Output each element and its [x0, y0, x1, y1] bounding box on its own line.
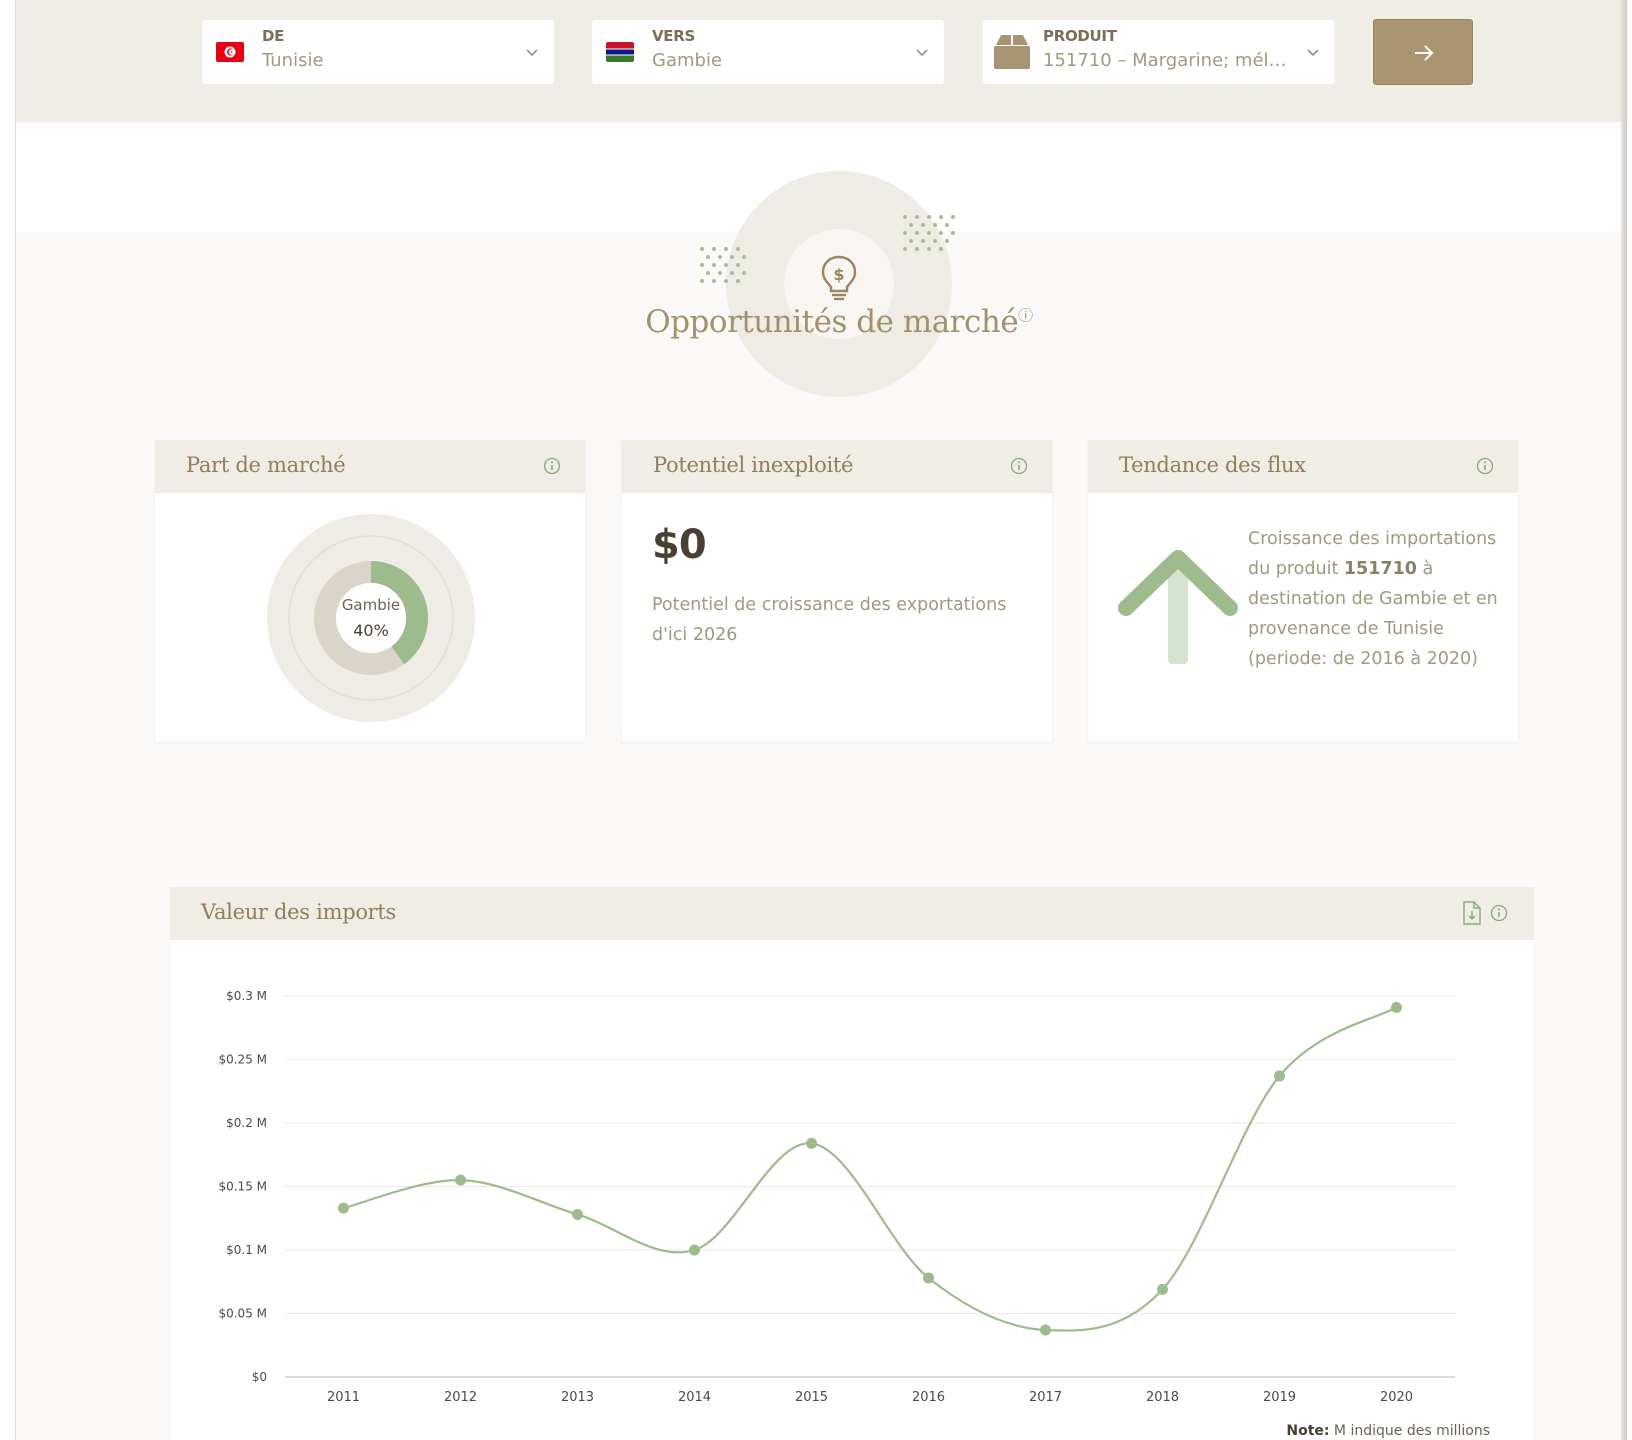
info-icon[interactable] [1476, 457, 1494, 475]
y-tick-label: $0.1 M [226, 1243, 267, 1257]
card-header: Potentiel inexploité [622, 440, 1052, 493]
series-line [343, 1006, 1398, 1332]
x-tick-label: 2016 [912, 1390, 945, 1405]
info-icon[interactable] [1490, 904, 1508, 922]
x-tick-label: 2015 [795, 1390, 828, 1405]
dots-decoration-left [700, 247, 746, 283]
tunisia-flag-icon [216, 42, 244, 62]
card-header: Part de marché [155, 440, 585, 493]
import-value-card: Valeur des imports $0 $0.05 M $0.1 M $0.15 … [170, 887, 1534, 1440]
info-icon[interactable] [543, 457, 561, 475]
data-point [1391, 1001, 1402, 1013]
chevron-down-icon [916, 49, 928, 57]
submit-button[interactable] [1373, 19, 1473, 85]
x-tick-label: 2020 [1380, 1390, 1413, 1405]
chevron-down-icon [1307, 49, 1319, 57]
to-value: Gambie [652, 50, 723, 71]
data-point [1040, 1324, 1051, 1336]
lightbulb-dollar-icon: $ [821, 255, 857, 301]
data-point [1157, 1283, 1168, 1295]
y-tick-label: $0.15 M [218, 1180, 267, 1194]
x-tick-label: 2019 [1263, 1390, 1296, 1405]
x-tick-label: 2012 [444, 1390, 477, 1405]
info-icon[interactable]: ⓘ [1018, 307, 1033, 325]
from-label: DE [262, 27, 285, 45]
untapped-potential-card: Potentiel inexploité $0 Potentiel de cro… [622, 440, 1052, 742]
card-header: Valeur des imports [170, 887, 1534, 940]
donut-value: 40% [353, 621, 389, 640]
to-country-select[interactable]: VERS Gambie [592, 20, 944, 84]
dots-decoration-right [903, 215, 955, 251]
selector-bar: DE Tunisie VERS Gambie PRODUIT 151710 – … [16, 0, 1628, 122]
market-share-donut: Gambie 40% [267, 514, 475, 722]
donut-label: Gambie [342, 596, 400, 614]
data-point [338, 1202, 349, 1214]
data-point [689, 1244, 700, 1256]
trend-up-arrow-icon [1118, 550, 1238, 664]
chart-note: Note: M indique des millions [1286, 1423, 1490, 1439]
gambia-flag-icon [606, 42, 634, 62]
data-point [1274, 1070, 1285, 1082]
x-tick-label: 2014 [678, 1390, 711, 1405]
trend-description: Croissance des importations du produit 1… [1248, 529, 1498, 669]
data-point [923, 1272, 934, 1284]
card-header: Tendance des flux [1088, 440, 1518, 493]
x-tick-label: 2013 [561, 1390, 594, 1405]
chevron-down-icon [526, 49, 538, 57]
card-title: Potentiel inexploité [653, 453, 854, 477]
y-tick-label: $0 [252, 1370, 267, 1384]
y-tick-label: $0.05 M [218, 1307, 267, 1321]
market-share-card: Part de marché Gambie 40% [155, 440, 585, 742]
y-tick-label: $0.25 M [218, 1053, 267, 1067]
card-title: Tendance des flux [1119, 453, 1306, 477]
product-value: 151710 – Margarine; méla... [1043, 50, 1293, 71]
page-title: Opportunités de marchéⓘ [645, 304, 1033, 340]
flow-trend-card: Tendance des flux Croissance des importa… [1088, 440, 1518, 742]
download-file-icon[interactable] [1462, 901, 1482, 925]
y-tick-label: $0.3 M [226, 989, 267, 1003]
page-frame: DE Tunisie VERS Gambie PRODUIT 151710 – … [15, 0, 1628, 1440]
product-select[interactable]: PRODUIT 151710 – Margarine; méla... [983, 20, 1335, 84]
from-value: Tunisie [262, 50, 324, 71]
data-point [572, 1208, 583, 1220]
from-country-select[interactable]: DE Tunisie [202, 20, 554, 84]
potential-value: $0 [652, 522, 707, 568]
card-title: Valeur des imports [201, 900, 397, 924]
card-title: Part de marché [186, 453, 346, 477]
import-line-chart: $0 $0.05 M $0.1 M $0.15 M $0.2 M $0.25 M $0.3 … [218, 989, 1455, 1405]
y-tick-label: $0.2 M [226, 1116, 267, 1130]
data-point [455, 1174, 466, 1186]
data-point [806, 1137, 817, 1149]
x-tick-label: 2018 [1146, 1390, 1179, 1405]
product-label: PRODUIT [1043, 27, 1117, 45]
info-icon[interactable] [1010, 457, 1028, 475]
window-edge [1621, 0, 1627, 1440]
x-tick-label: 2017 [1029, 1390, 1062, 1405]
svg-text:$: $ [833, 265, 844, 284]
x-tick-label: 2011 [327, 1390, 360, 1405]
box-icon [994, 35, 1030, 69]
arrow-right-icon [1415, 45, 1434, 61]
to-label: VERS [652, 27, 696, 45]
potential-description: Potentiel de croissance des exportations… [652, 595, 1007, 645]
